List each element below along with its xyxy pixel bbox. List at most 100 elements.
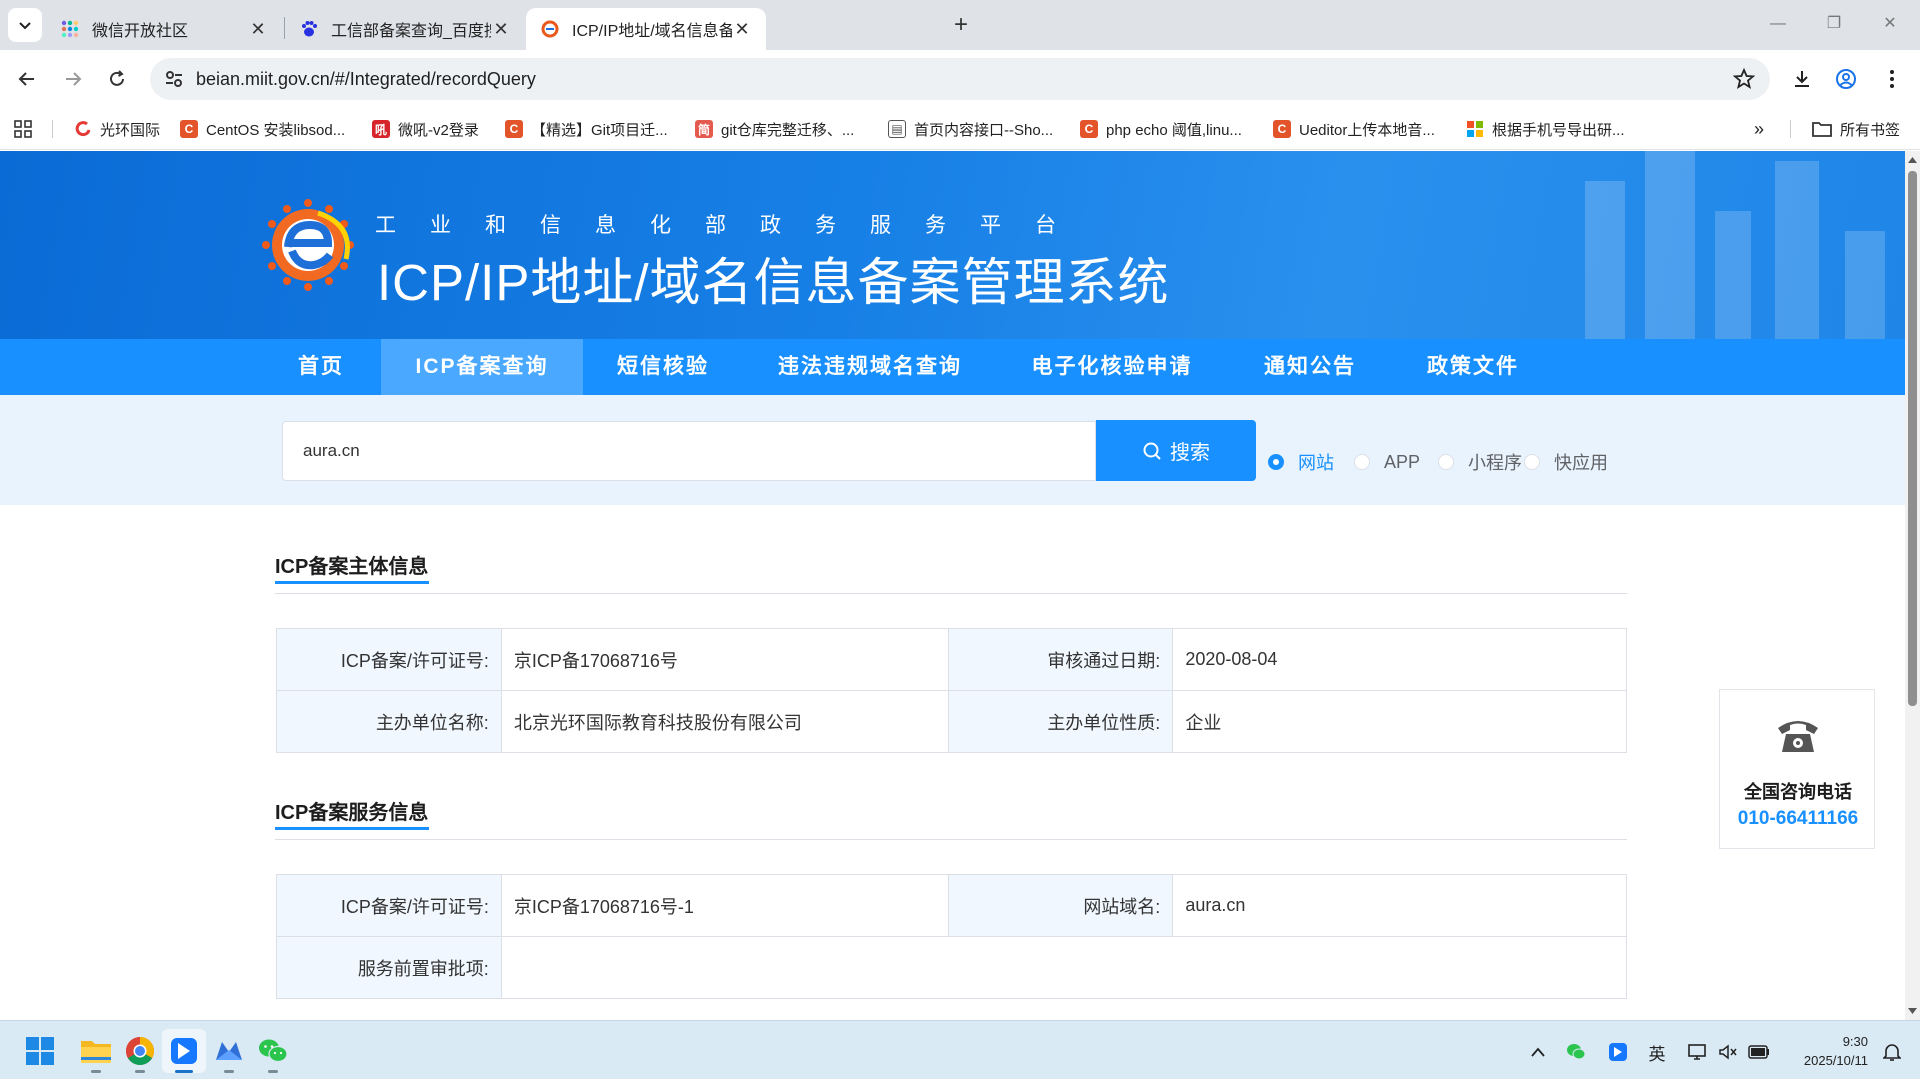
taskbar-file-explorer[interactable] (74, 1029, 118, 1073)
field-label: 服务前置审批项: (276, 936, 502, 999)
nav-item-sms-verify[interactable]: 短信核验 (607, 339, 719, 395)
tab-title: 微信开放社区 (92, 23, 189, 40)
section-divider (275, 593, 1627, 594)
miit-logo-icon (540, 19, 560, 39)
tray-wechat[interactable] (1564, 1040, 1588, 1064)
profile-button[interactable] (1830, 63, 1862, 95)
radio-label: 网站 (1298, 453, 1334, 473)
scroll-up-arrow-icon[interactable] (1907, 155, 1918, 165)
bookmark-item[interactable]: ▤ 首页内容接口--Sho... (888, 117, 1053, 141)
feishu-lark-icon (171, 1038, 197, 1064)
browser-tab-wechat[interactable]: 微信开放社区 ✕ (46, 8, 282, 50)
minimize-button[interactable]: — (1756, 6, 1800, 42)
radio-mini-program[interactable]: 小程序 (1438, 450, 1522, 474)
more-vertical-icon (1890, 70, 1894, 88)
close-icon[interactable]: ✕ (248, 19, 268, 40)
radio-dot (1354, 454, 1370, 470)
taskbar-email[interactable] (207, 1029, 251, 1073)
taskbar-wechat[interactable] (251, 1029, 295, 1073)
scroll-down-arrow-icon[interactable] (1907, 1006, 1918, 1016)
bookmark-item[interactable]: C 【精选】Git项目迁... (505, 117, 668, 141)
all-bookmarks-button[interactable]: 所有书签 (1812, 117, 1900, 141)
bookmark-favicon-icon: C (1080, 120, 1098, 138)
nav-item-policy-documents[interactable]: 政策文件 (1418, 339, 1528, 395)
browser-tab-strip: 微信开放社区 ✕ 工信部备案查询_百度搜索 ✕ ICP/IP地址/域名信息备案管… (0, 0, 1920, 50)
download-icon (1795, 71, 1809, 87)
page-scrollbar[interactable] (1905, 151, 1920, 1020)
search-button[interactable]: 搜索 (1096, 420, 1256, 481)
nav-item-e-verify-apply[interactable]: 电子化核验申请 (1027, 339, 1197, 395)
bookmark-item[interactable]: C Ueditor上传本地音... (1273, 117, 1435, 141)
hotline-number[interactable]: 010-66411166 (1720, 808, 1876, 830)
radio-quick-app[interactable]: 快应用 (1524, 450, 1608, 474)
back-button[interactable] (10, 62, 44, 96)
site-settings-icon[interactable] (162, 67, 186, 91)
nav-item-notices[interactable]: 通知公告 (1255, 339, 1365, 395)
radio-website[interactable]: 网站 (1268, 450, 1334, 474)
browser-tab-miit[interactable]: ICP/IP地址/域名信息备案管理系 ✕ (526, 8, 766, 50)
nav-item-illegal-domain-query[interactable]: 违法违规域名查询 (770, 339, 970, 395)
bookmark-star-icon[interactable] (1732, 67, 1756, 91)
start-button[interactable] (18, 1029, 62, 1073)
tab-search-button[interactable] (8, 8, 42, 42)
forward-button[interactable] (56, 62, 90, 96)
downloads-button[interactable] (1786, 63, 1818, 95)
restore-button[interactable]: ❐ (1812, 6, 1856, 42)
taskbar-chrome[interactable] (118, 1029, 162, 1073)
browser-tab-baidu[interactable]: 工信部备案查询_百度搜索 ✕ (285, 8, 525, 50)
tab-title: ICP/IP地址/域名信息备案管理系 (572, 23, 732, 40)
browser-menu-button[interactable] (1876, 63, 1908, 95)
file-explorer-icon (81, 1041, 111, 1063)
bookmark-item[interactable]: 根据手机号导出研... (1466, 117, 1625, 141)
field-label: 主办单位性质: (947, 690, 1174, 753)
radio-dot (1524, 454, 1540, 470)
bookmark-item[interactable]: C php echo 阈值,linu... (1080, 117, 1242, 141)
email-app-icon (216, 1042, 242, 1060)
nav-item-icp-query[interactable]: ICP备案查询 (381, 339, 583, 395)
bookmark-item[interactable]: 光环国际 (74, 117, 160, 141)
tray-overflow-button[interactable] (1526, 1040, 1550, 1064)
address-bar[interactable]: beian.miit.gov.cn/#/Integrated/recordQue… (150, 58, 1770, 100)
service-info-table: ICP备案/许可证号: 京ICP备17068716号-1 网站域名: aura.… (276, 874, 1628, 999)
page-viewport: 工业和信息化部政务服务平台 ICP/IP地址/域名信息备案管理系统 首页 ICP… (0, 151, 1905, 1020)
field-value: aura.cn (1172, 874, 1627, 937)
more-bookmarks-button[interactable]: » (1754, 117, 1764, 141)
tray-battery[interactable] (1746, 1040, 1772, 1064)
tab-title: 工信部备案查询_百度搜索 (331, 23, 491, 40)
tray-network[interactable] (1686, 1040, 1710, 1064)
chevron-double-right-icon: » (1754, 118, 1765, 139)
tray-volume[interactable] (1716, 1040, 1740, 1064)
windows-start-icon (26, 1037, 54, 1065)
search-input[interactable]: aura.cn (282, 421, 1096, 481)
nav-item-home[interactable]: 首页 (283, 339, 359, 395)
apps-button[interactable] (14, 117, 32, 141)
bookmark-favicon-icon: ▤ (888, 120, 906, 138)
close-icon[interactable]: ✕ (491, 19, 511, 40)
profile-icon (1836, 69, 1856, 89)
close-window-button[interactable]: ✕ (1868, 6, 1912, 42)
bookmark-favicon-icon: C (1273, 120, 1291, 138)
bookmark-item[interactable]: 简 git仓库完整迁移、... (695, 117, 854, 141)
feishu-tray-icon (1609, 1043, 1627, 1061)
bookmark-item[interactable]: 吼 微吼-v2登录 (372, 117, 479, 141)
bookmark-label: 【精选】Git项目迁... (531, 121, 668, 139)
tray-feishu[interactable] (1606, 1040, 1630, 1064)
running-indicator (175, 1070, 193, 1073)
banner-subtitle: 工业和信息化部政务服务平台 (375, 214, 1090, 237)
bookmark-label: 根据手机号导出研... (1492, 121, 1625, 139)
new-tab-button[interactable]: + (946, 10, 976, 40)
input-method-indicator[interactable]: 英 (1644, 1040, 1670, 1064)
bookmark-favicon-icon: C (180, 120, 198, 138)
reload-icon (110, 70, 124, 86)
all-bookmarks-label: 所有书签 (1840, 121, 1901, 139)
reload-button[interactable] (100, 62, 134, 96)
notifications-button[interactable] (1880, 1040, 1904, 1064)
bookmark-item[interactable]: C CentOS 安装libsod... (180, 117, 345, 141)
section-title-subject: ICP备案主体信息 (275, 556, 429, 578)
close-icon[interactable]: ✕ (732, 19, 752, 40)
radio-app[interactable]: APP (1354, 450, 1420, 474)
system-clock[interactable]: 9:30 2025/10/11 (1778, 1032, 1868, 1070)
taskbar-feishu[interactable] (162, 1029, 206, 1073)
scrollbar-thumb[interactable] (1908, 171, 1917, 706)
bookmark-label: Ueditor上传本地音... (1299, 121, 1435, 139)
